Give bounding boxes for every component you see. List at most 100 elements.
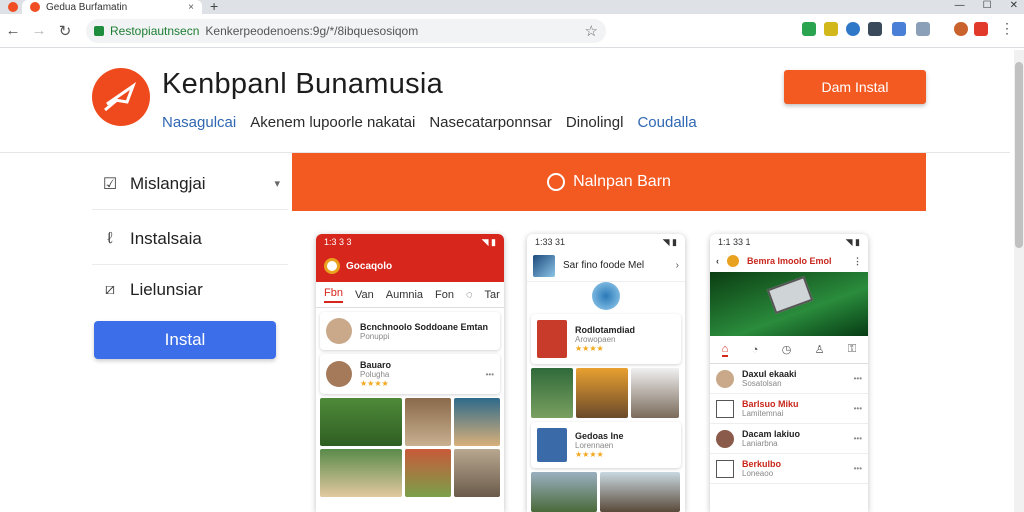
check-box-icon: ☑ bbox=[102, 175, 118, 193]
app-tab[interactable]: Van bbox=[355, 289, 374, 301]
extension-red-icon[interactable] bbox=[974, 22, 988, 36]
photo-tile[interactable] bbox=[320, 398, 402, 446]
app-name: Gocaqolo bbox=[346, 260, 393, 272]
phone-screenshot-3[interactable]: 1:1 33 1 ◥ ▮ ‹ Bemra Imoolo Emol ⋮ ⌂ ◔ ◷… bbox=[710, 234, 868, 512]
app-tab[interactable]: Fon bbox=[435, 289, 454, 301]
forward-arrow-icon[interactable]: → bbox=[26, 22, 52, 39]
app-tab[interactable]: Aumnia bbox=[386, 289, 423, 301]
sidebar-install-button[interactable]: Instal bbox=[94, 321, 276, 359]
nav-link-3[interactable]: Dinolingl bbox=[566, 114, 624, 131]
photo-grid bbox=[527, 472, 685, 512]
reload-icon[interactable]: ↻ bbox=[52, 22, 78, 40]
back-arrow-icon[interactable]: ‹ bbox=[716, 256, 719, 266]
list-item[interactable]: Bcnchnoolo Soddoane Emtan Ponuppi bbox=[320, 312, 500, 350]
url-host: Restopiautnsecn bbox=[110, 24, 200, 38]
user-icon[interactable]: ♙ bbox=[815, 343, 825, 356]
site-title: Kenbpanl Bunamusia bbox=[162, 68, 444, 100]
url-path: Kenkerpeodenoens:9g/*/8ibquesosiqom bbox=[205, 24, 419, 38]
photo-grid bbox=[316, 398, 504, 497]
nav-link-0[interactable]: Nasagulcai bbox=[162, 114, 236, 131]
scrollbar-thumb[interactable] bbox=[1015, 62, 1023, 248]
maximize-button[interactable]: ☐ bbox=[983, 0, 992, 11]
avatar bbox=[326, 361, 352, 387]
banner-circle-icon bbox=[547, 173, 566, 191]
phone-screenshot-2[interactable]: 1:33 31 ◥ ▮ Sar fino foode Mel › Rodlota… bbox=[527, 234, 685, 512]
profile-avatar[interactable] bbox=[954, 22, 968, 36]
list-item[interactable]: Gedoas Ine Lorennaen ★★★★ bbox=[531, 422, 681, 468]
extension-grid-icon[interactable] bbox=[916, 22, 930, 36]
photo-tile[interactable] bbox=[631, 368, 679, 418]
list-item[interactable]: Rodlotamdiad Arowopaen ★★★★ bbox=[531, 314, 681, 364]
home-icon[interactable]: ⌂ bbox=[721, 343, 729, 357]
photo-tile[interactable] bbox=[454, 398, 500, 446]
chevron-right-icon[interactable]: › bbox=[676, 260, 679, 271]
list-item[interactable]: Dacam lakiuo Laniarbna ••• bbox=[710, 424, 868, 454]
browser-tab[interactable]: Gedua Burfamatin × bbox=[22, 0, 202, 14]
app-tab[interactable]: ◌ bbox=[466, 289, 473, 301]
rating-stars: ★★★★ bbox=[360, 379, 389, 388]
new-tab-button[interactable]: + bbox=[210, 0, 218, 14]
close-window-button[interactable]: ✕ bbox=[1010, 0, 1018, 11]
phone-screenshot-1[interactable]: 1:3 3 3 ◥ ▮ Gocaqolo Fbn Van Aumnia Fon … bbox=[316, 234, 504, 512]
photo-tile[interactable] bbox=[576, 368, 628, 418]
document-icon bbox=[716, 459, 734, 478]
lock-icon[interactable]: ⚿ bbox=[848, 343, 856, 356]
photo-tile[interactable] bbox=[531, 368, 573, 418]
extension-screen-icon[interactable] bbox=[868, 22, 882, 36]
list-item[interactable]: Barlsuo Miku Lamitemnai ••• bbox=[710, 394, 868, 424]
tab-close-icon[interactable]: × bbox=[188, 2, 194, 13]
status-bar: 1:1 33 1 ◥ ▮ bbox=[718, 237, 860, 247]
sidebar-item-2[interactable]: ⧄ Lielunsiar bbox=[92, 264, 288, 316]
chevron-down-icon: ▾ bbox=[274, 178, 280, 190]
more-icon[interactable]: ••• bbox=[854, 464, 862, 473]
photo-tile[interactable] bbox=[405, 449, 451, 497]
extension-shield-icon[interactable] bbox=[892, 22, 906, 36]
more-icon[interactable]: ••• bbox=[854, 374, 862, 383]
app-tabs: Fbn Van Aumnia Fon ◌ Tar bbox=[316, 282, 504, 308]
list-item[interactable]: Daxul ekaaki Sosatolsan ••• bbox=[710, 364, 868, 394]
nav-link-1[interactable]: Akenem lupoorle nakatai bbox=[250, 114, 415, 131]
list-item[interactable]: Berkulbo Loneaoo ••• bbox=[710, 454, 868, 484]
avatar bbox=[537, 320, 567, 358]
photo-tile[interactable] bbox=[454, 449, 500, 497]
extension-circle-icon[interactable] bbox=[846, 22, 860, 36]
app-logo-icon bbox=[324, 258, 340, 274]
sidebar-item-1[interactable]: ℓ Instalsaia bbox=[92, 213, 288, 265]
loading-area bbox=[527, 282, 685, 310]
overflow-menu-icon[interactable]: ⋮ bbox=[853, 256, 862, 267]
clock-icon[interactable]: ◷ bbox=[782, 343, 792, 356]
timer-icon[interactable]: ◔ bbox=[752, 344, 759, 356]
header-install-button[interactable]: Dam Instal bbox=[784, 70, 926, 104]
extension-folder-icon[interactable] bbox=[824, 22, 838, 36]
app-tab[interactable]: Fbn bbox=[324, 287, 343, 303]
app-bar: Sar fino foode Mel › bbox=[527, 250, 685, 282]
app-tab[interactable]: Tar bbox=[485, 289, 500, 301]
photo-tile[interactable] bbox=[405, 398, 451, 446]
back-arrow-icon[interactable]: ← bbox=[0, 22, 26, 39]
status-bar: 1:3 3 3 ◥ ▮ bbox=[316, 234, 504, 250]
photo-tile[interactable] bbox=[600, 472, 680, 512]
pinned-tab-icon[interactable] bbox=[8, 2, 18, 12]
photo-tile[interactable] bbox=[531, 472, 597, 512]
more-icon[interactable]: ••• bbox=[854, 404, 862, 413]
list-item[interactable]: Bauaro Polugha ★★★★ ••• bbox=[320, 354, 500, 394]
promo-banner[interactable]: Nalnpan Barn bbox=[292, 153, 926, 211]
app-thumbnail bbox=[533, 254, 555, 277]
status-bar: 1:33 31 ◥ ▮ bbox=[535, 237, 677, 247]
sidebar-item-0[interactable]: ☑ Mislangjai ▾ bbox=[92, 158, 288, 210]
bookmark-star-icon[interactable]: ☆ bbox=[585, 22, 598, 40]
site-logo-icon[interactable] bbox=[92, 68, 150, 126]
app-bar: ‹ Bemra Imoolo Emol ⋮ bbox=[710, 250, 868, 272]
minimize-button[interactable]: — bbox=[955, 0, 965, 11]
more-icon[interactable]: ••• bbox=[854, 434, 862, 443]
app-logo-icon bbox=[727, 255, 739, 267]
more-icon[interactable]: ••• bbox=[486, 370, 494, 379]
avatar bbox=[716, 429, 734, 448]
address-bar[interactable]: Restopiautnsecn Kenkerpeodenoens:9g/*/8i… bbox=[86, 19, 606, 43]
extension-arrow-icon[interactable] bbox=[802, 22, 816, 36]
photo-tile[interactable] bbox=[320, 449, 402, 497]
nav-link-4[interactable]: Coudalla bbox=[637, 114, 696, 131]
nav-link-2[interactable]: Nasecatarponnsar bbox=[429, 114, 552, 131]
browser-menu-icon[interactable]: ⋮ bbox=[1000, 20, 1014, 37]
app-title: Bemra Imoolo Emol bbox=[747, 256, 832, 266]
